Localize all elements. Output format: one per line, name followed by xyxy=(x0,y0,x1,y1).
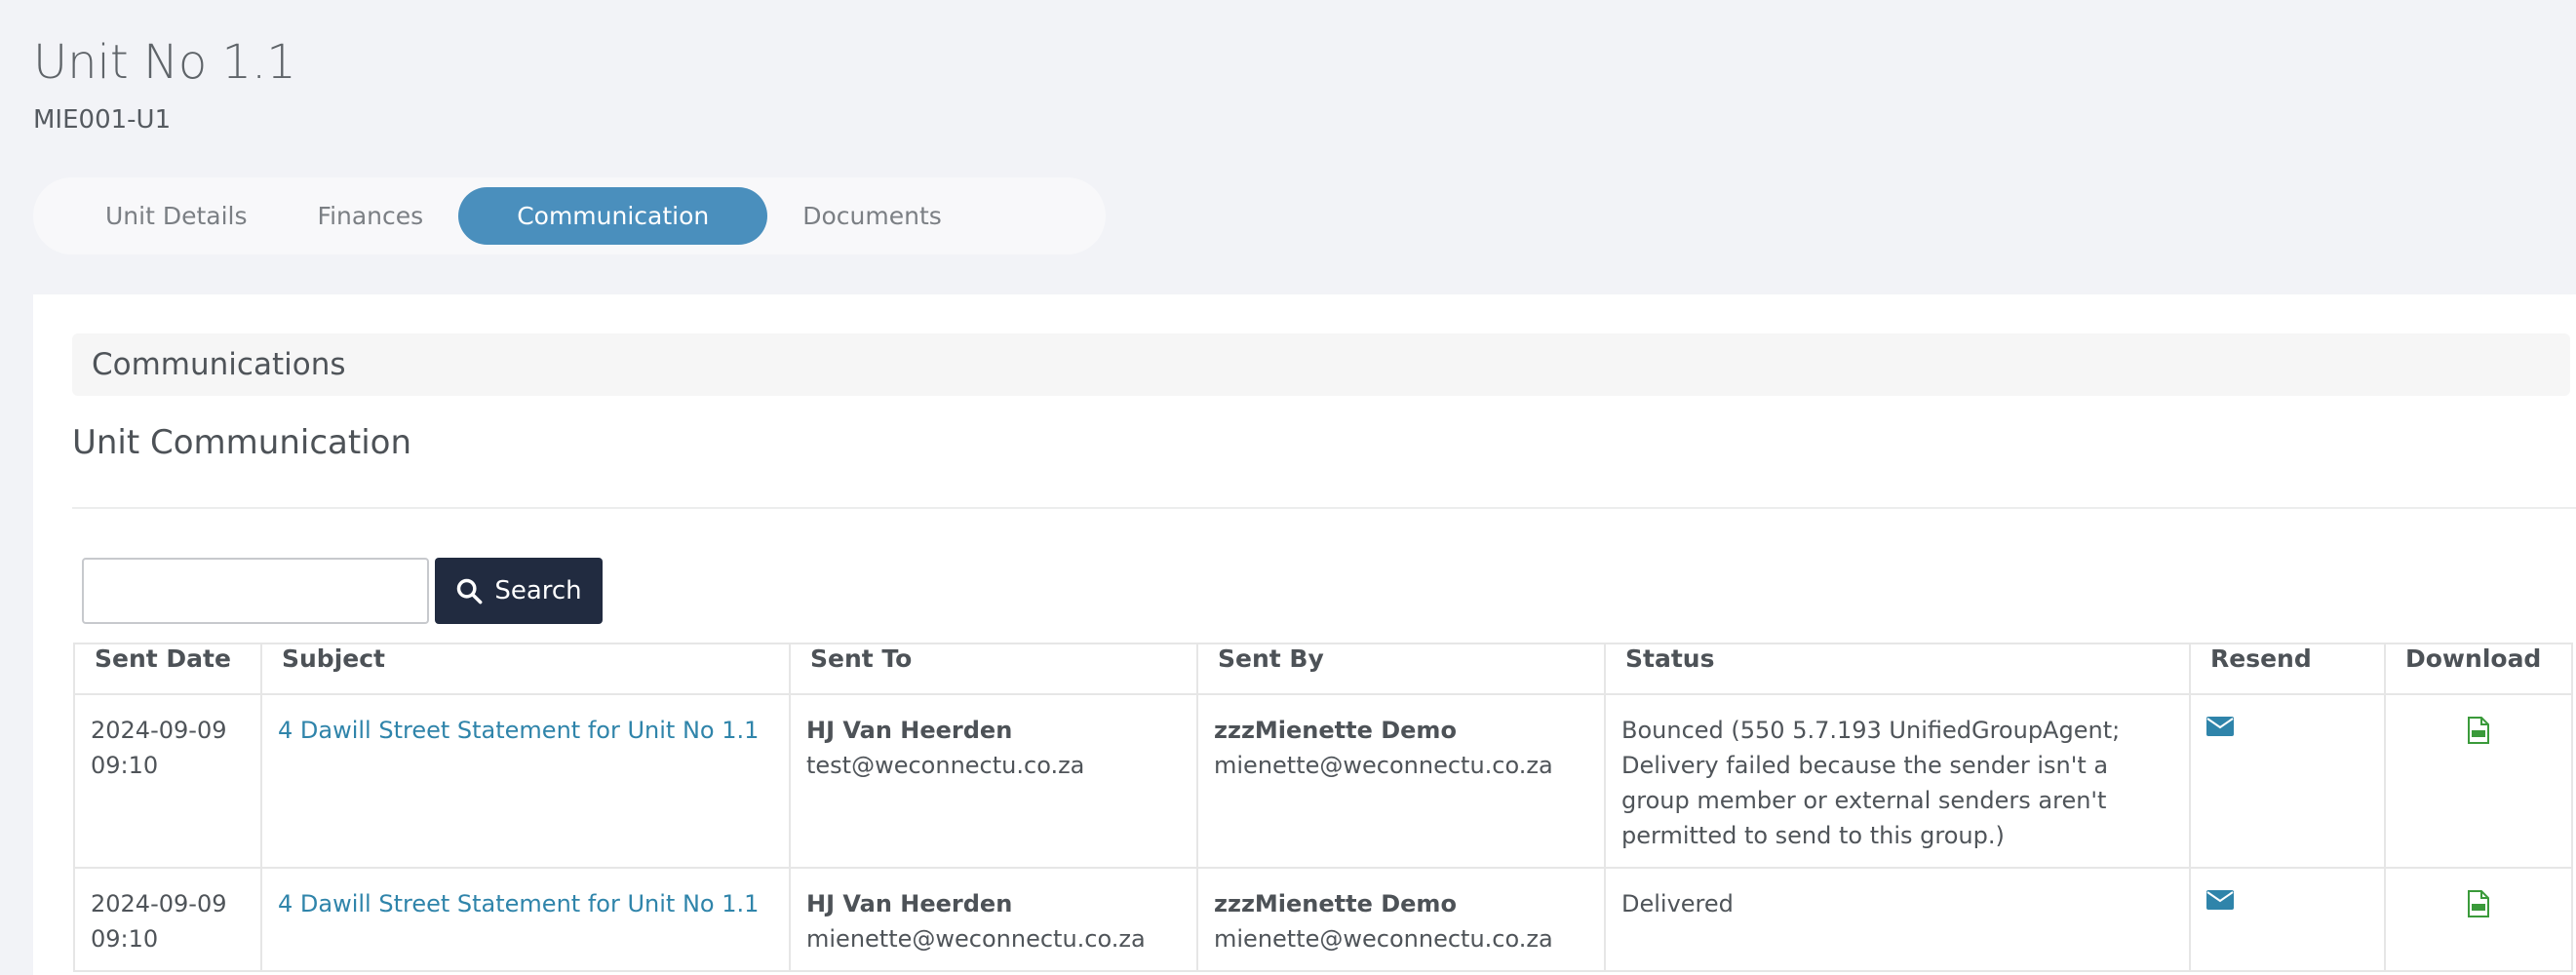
sent-date-cell: 2024-09-09 09:10 xyxy=(73,693,262,869)
search-icon xyxy=(457,578,483,604)
subject-cell: 4 Dawill Street Statement for Unit No 1.… xyxy=(260,693,791,869)
tab-finances[interactable]: Finances xyxy=(283,187,459,245)
unit-code: MIE001-U1 xyxy=(33,104,172,135)
resend-cell xyxy=(2189,867,2386,972)
subject-link[interactable]: 4 Dawill Street Statement for Unit No 1.… xyxy=(278,717,759,744)
page-title: Unit No 1.1 xyxy=(33,35,296,90)
search-input[interactable] xyxy=(82,558,429,624)
resend-cell xyxy=(2189,693,2386,869)
tab-documents[interactable]: Documents xyxy=(767,187,977,245)
download-cell xyxy=(2384,867,2573,972)
page-header: Unit No 1.1 MIE001-U1 xyxy=(33,35,296,135)
column-header[interactable]: Sent To xyxy=(789,643,1198,695)
sent-to-cell: HJ Van Heerden mienette@weconnectu.co.za xyxy=(789,867,1198,972)
table-row: 2024-09-09 09:10 4 Dawill Street Stateme… xyxy=(73,693,2573,869)
column-header[interactable]: Sent Date xyxy=(73,643,262,695)
section-title: Unit Communication xyxy=(72,423,412,462)
sent-by-cell: zzzMienette Demo mienette@weconnectu.co.… xyxy=(1196,693,1606,869)
sent-date: 2024-09-09 xyxy=(91,890,227,917)
recipient-name: HJ Van Heerden xyxy=(806,890,1013,917)
recipient-email: mienette@weconnectu.co.za xyxy=(806,925,1146,953)
envelope-icon[interactable] xyxy=(2206,717,2368,736)
sent-date-cell: 2024-09-09 09:10 xyxy=(73,867,262,972)
table-row: 2024-09-09 09:10 4 Dawill Street Stateme… xyxy=(73,867,2573,972)
sender-email: mienette@weconnectu.co.za xyxy=(1214,752,1553,779)
sender-name: zzzMienette Demo xyxy=(1214,717,1457,744)
pdf-file-icon[interactable] xyxy=(2468,717,2489,744)
tab-bar: Unit Details Finances Communication Docu… xyxy=(33,177,1106,254)
column-header[interactable]: Subject xyxy=(260,643,791,695)
search-button[interactable]: Search xyxy=(435,558,603,624)
sent-date: 2024-09-09 xyxy=(91,717,227,744)
column-header: Download xyxy=(2384,643,2573,695)
tab-unit-details[interactable]: Unit Details xyxy=(70,187,283,245)
sent-time: 09:10 xyxy=(91,752,159,779)
subject-cell: 4 Dawill Street Statement for Unit No 1.… xyxy=(260,867,791,972)
section-bar: Communications xyxy=(72,333,2570,396)
divider xyxy=(72,507,2576,509)
pdf-file-icon[interactable] xyxy=(2468,890,2489,917)
envelope-icon[interactable] xyxy=(2206,890,2368,910)
sender-name: zzzMienette Demo xyxy=(1214,890,1457,917)
sender-email: mienette@weconnectu.co.za xyxy=(1214,925,1553,953)
recipient-email: test@weconnectu.co.za xyxy=(806,752,1085,779)
status-cell: Bounced (550 5.7.193 UnifiedGroupAgent; … xyxy=(1604,693,2191,869)
sent-to-cell: HJ Van Heerden test@weconnectu.co.za xyxy=(789,693,1198,869)
subject-link[interactable]: 4 Dawill Street Statement for Unit No 1.… xyxy=(278,890,759,917)
recipient-name: HJ Van Heerden xyxy=(806,717,1013,744)
table-header-row: Sent Date Subject Sent To Sent By Status… xyxy=(73,643,2573,695)
column-header[interactable]: Sent By xyxy=(1196,643,1606,695)
tab-communication[interactable]: Communication xyxy=(458,187,768,245)
communications-table: Sent Date Subject Sent To Sent By Status… xyxy=(73,643,2573,972)
sent-by-cell: zzzMienette Demo mienette@weconnectu.co.… xyxy=(1196,867,1606,972)
sent-time: 09:10 xyxy=(91,925,159,953)
column-header: Resend xyxy=(2189,643,2386,695)
content-card: Communications Unit Communication Search… xyxy=(33,294,2576,975)
status-cell: Delivered xyxy=(1604,867,2191,972)
column-header[interactable]: Status xyxy=(1604,643,2191,695)
search-button-label: Search xyxy=(494,576,582,605)
download-cell xyxy=(2384,693,2573,869)
